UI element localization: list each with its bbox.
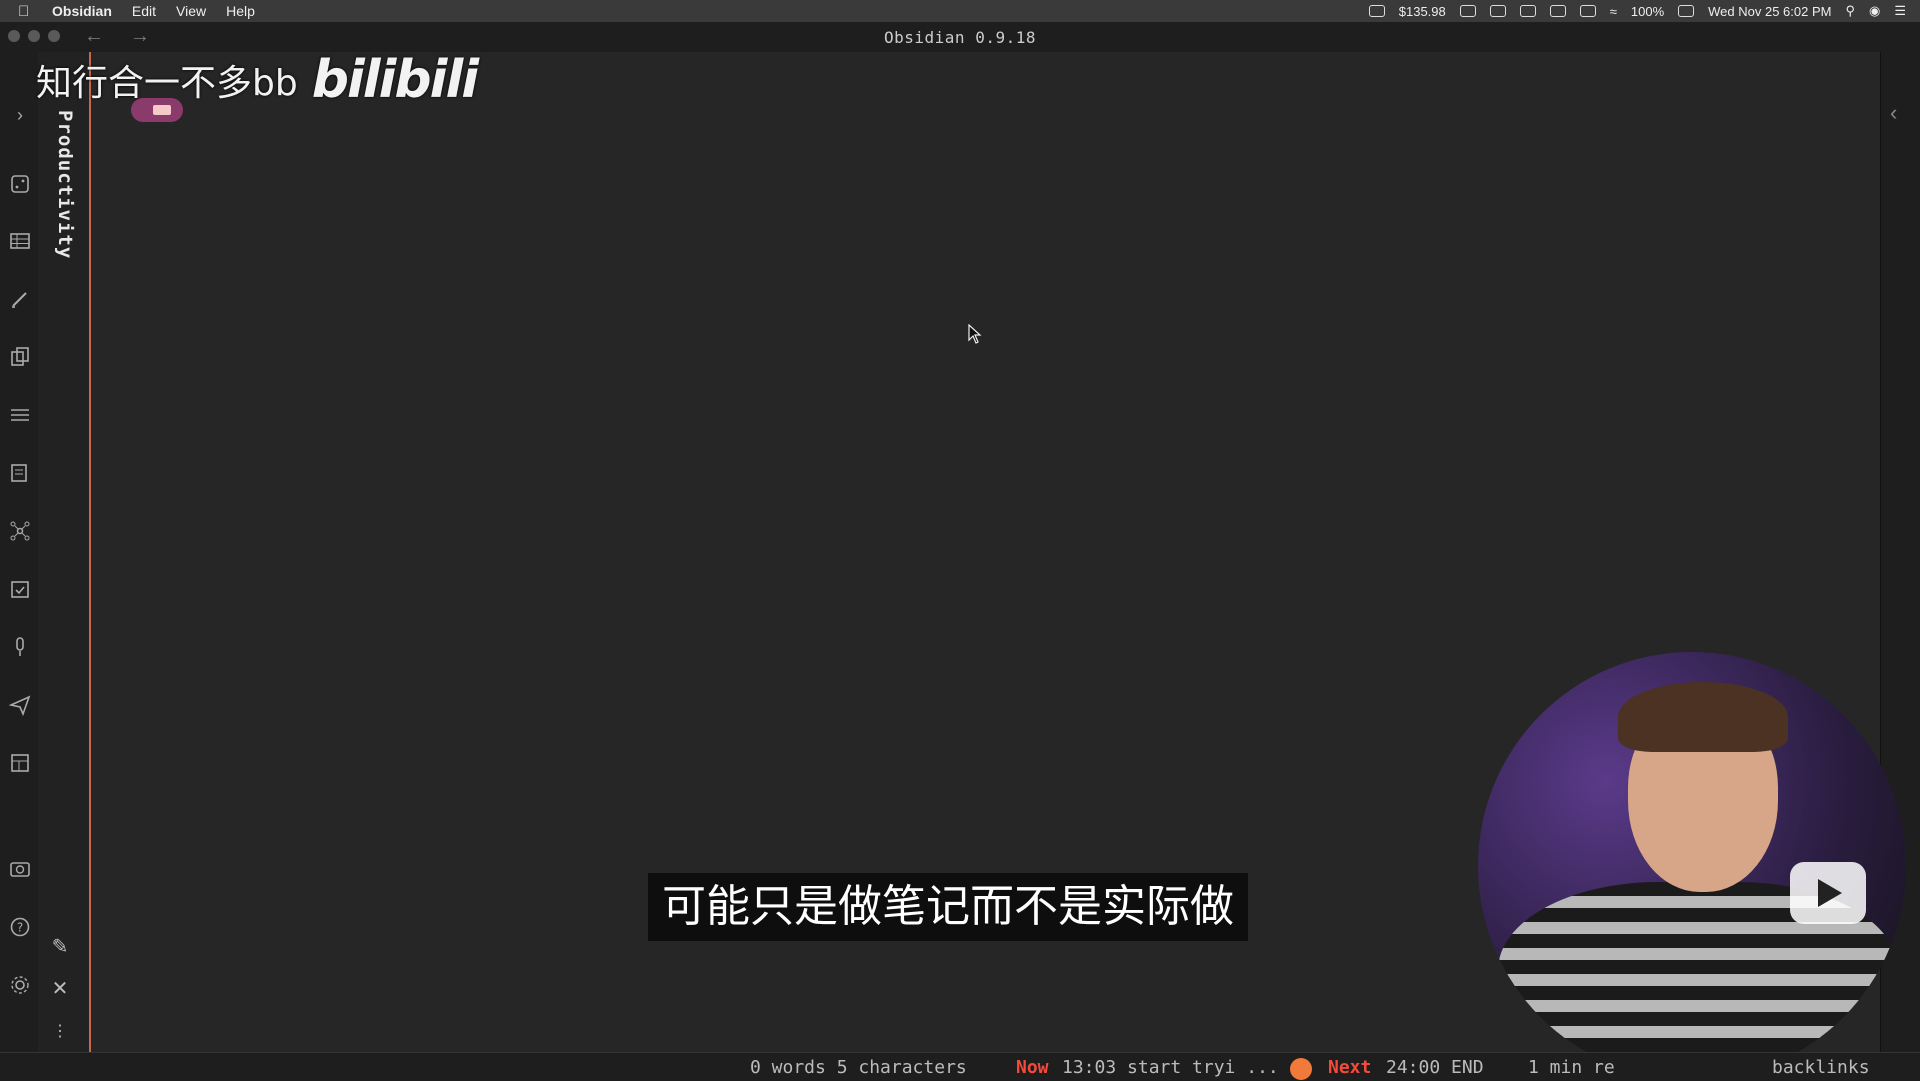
more-options-icon[interactable]: ⋮ bbox=[48, 1020, 72, 1044]
word-count: 0 words 5 characters bbox=[750, 1057, 967, 1078]
camera-icon[interactable] bbox=[9, 858, 31, 880]
copy-icon[interactable] bbox=[9, 346, 31, 368]
backlinks-count[interactable]: backlinks bbox=[1772, 1057, 1870, 1078]
send-icon[interactable] bbox=[8, 694, 31, 717]
left-ribbon: › ? bbox=[0, 52, 39, 1052]
graph-icon[interactable] bbox=[9, 520, 31, 542]
edit-pencil-icon[interactable]: ✎ bbox=[48, 935, 72, 959]
window-titlebar: ← → Obsidian 0.9.18 bbox=[0, 22, 1920, 52]
wifi-icon[interactable]: ≈ bbox=[1610, 4, 1617, 19]
video-watermark: 知行合一不多bb bilibili bbox=[36, 50, 479, 110]
status-bar: 0 words 5 characters Now 13:03 start try… bbox=[0, 1052, 1920, 1081]
close-icon[interactable]: ✕ bbox=[48, 977, 72, 1001]
spotlight-search-icon[interactable]: ⚲ bbox=[1845, 3, 1855, 19]
next-label: Next bbox=[1328, 1057, 1372, 1078]
macos-menubar:  Obsidian Edit View Help $135.98 ≈ 100%… bbox=[0, 0, 1920, 22]
window-title: Obsidian 0.9.18 bbox=[884, 28, 1036, 47]
notification-center-icon[interactable]: ☰ bbox=[1894, 3, 1906, 19]
video-subtitle: 可能只是做笔记而不是实际做 bbox=[648, 873, 1248, 941]
outline-icon[interactable] bbox=[9, 462, 31, 484]
cloud-icon[interactable] bbox=[1459, 5, 1476, 17]
menu-edit[interactable]: Edit bbox=[132, 3, 156, 19]
menu-app-name[interactable]: Obsidian bbox=[52, 3, 112, 19]
lock-icon[interactable] bbox=[1489, 5, 1506, 17]
channel-name: 知行合一不多bb bbox=[36, 63, 298, 104]
battery-icon[interactable] bbox=[1678, 5, 1695, 17]
pencil-icon[interactable] bbox=[9, 288, 31, 310]
now-label: Now bbox=[1016, 1057, 1049, 1078]
vertical-tab-column: Productivity bbox=[38, 52, 90, 1052]
battery-percent[interactable]: 100% bbox=[1631, 4, 1664, 19]
settings-icon[interactable] bbox=[9, 974, 31, 996]
menu-view[interactable]: View bbox=[176, 3, 206, 19]
calendar-check-icon[interactable] bbox=[9, 578, 31, 600]
right-sidebar-toggle-icon[interactable]: ‹ bbox=[1890, 100, 1897, 126]
next-task[interactable]: 24:00 END bbox=[1386, 1057, 1484, 1078]
menubar-clock[interactable]: Wed Nov 25 6:02 PM bbox=[1708, 4, 1831, 19]
tray-app-icon[interactable] bbox=[1368, 5, 1385, 17]
menubar-tray: $135.98 ≈ 100% Wed Nov 25 6:02 PM ⚲ ◉ ☰ bbox=[1368, 0, 1906, 22]
help-icon[interactable]: ? bbox=[9, 916, 31, 938]
table-icon[interactable] bbox=[9, 230, 31, 252]
menu-icon[interactable] bbox=[9, 404, 31, 426]
presenter-hair bbox=[1618, 682, 1788, 752]
random-note-icon[interactable] bbox=[9, 173, 31, 195]
reading-time: 1 min re bbox=[1528, 1057, 1615, 1078]
tab-productivity[interactable]: Productivity bbox=[54, 110, 76, 259]
expand-chevron-icon[interactable]: › bbox=[9, 104, 31, 126]
stock-ticker[interactable]: $135.98 bbox=[1399, 4, 1446, 19]
globe-icon[interactable] bbox=[1519, 5, 1536, 17]
apple-menu-icon[interactable]:  bbox=[18, 3, 36, 20]
microphone-icon[interactable] bbox=[9, 636, 31, 658]
layout-icon[interactable] bbox=[9, 752, 31, 774]
menu-help[interactable]: Help bbox=[226, 3, 255, 19]
siri-icon[interactable]: ◉ bbox=[1869, 3, 1880, 19]
pomodoro-icon[interactable] bbox=[1290, 1058, 1312, 1080]
clock-icon[interactable] bbox=[1579, 5, 1596, 17]
volume-icon[interactable] bbox=[1549, 5, 1566, 17]
bilibili-logo: bilibili bbox=[311, 50, 479, 110]
play-icon[interactable] bbox=[1790, 862, 1866, 924]
svg-text:?: ? bbox=[17, 921, 23, 935]
mouse-cursor-icon bbox=[968, 324, 982, 344]
now-task[interactable]: 13:03 start tryi ... bbox=[1062, 1057, 1279, 1078]
